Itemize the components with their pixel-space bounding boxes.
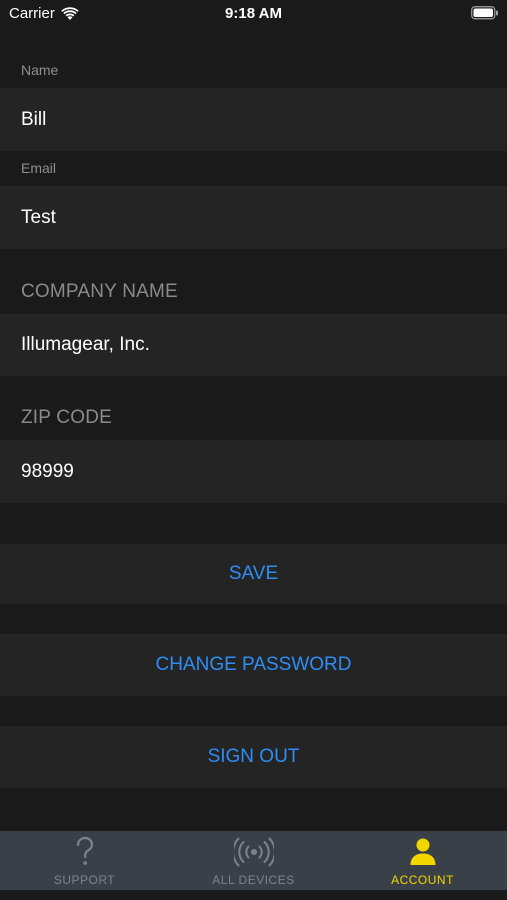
company-name-field[interactable]: Illumagear, Inc. — [0, 314, 507, 376]
change-password-button[interactable]: CHANGE PASSWORD — [0, 634, 507, 696]
tab-support-label: SUPPORT — [53, 873, 116, 887]
tab-account[interactable]: ACCOUNT — [338, 831, 507, 890]
tab-account-label: ACCOUNT — [391, 873, 454, 887]
save-button[interactable]: SAVE — [0, 544, 507, 604]
zip-code-header: ZIP CODE — [21, 407, 112, 428]
tab-all-devices-label: ALL DEVICES — [212, 873, 295, 887]
account-screen: Carrier 9:18 AM Name Bill Email Test COM… — [0, 0, 507, 900]
sign-out-button[interactable]: SIGN OUT — [0, 726, 507, 788]
status-time: 9:18 AM — [225, 5, 282, 22]
tab-support[interactable]: SUPPORT — [0, 831, 169, 890]
tab-bar: SUPPORT ALL DEVICES ACCOUNT — [0, 831, 507, 890]
broadcast-icon — [233, 835, 274, 869]
home-indicator-area — [0, 890, 507, 900]
person-icon — [409, 835, 437, 869]
email-field[interactable]: Test — [0, 186, 507, 249]
battery-icon — [471, 6, 499, 24]
name-label: Name — [21, 62, 59, 78]
zip-code-field[interactable]: 98999 — [0, 440, 507, 503]
company-name-header: COMPANY NAME — [21, 281, 178, 302]
status-bar: Carrier 9:18 AM — [0, 0, 507, 28]
tab-all-devices[interactable]: ALL DEVICES — [169, 831, 338, 890]
email-label: Email — [21, 160, 57, 176]
question-mark-icon — [74, 835, 96, 869]
name-field[interactable]: Bill — [0, 88, 507, 151]
